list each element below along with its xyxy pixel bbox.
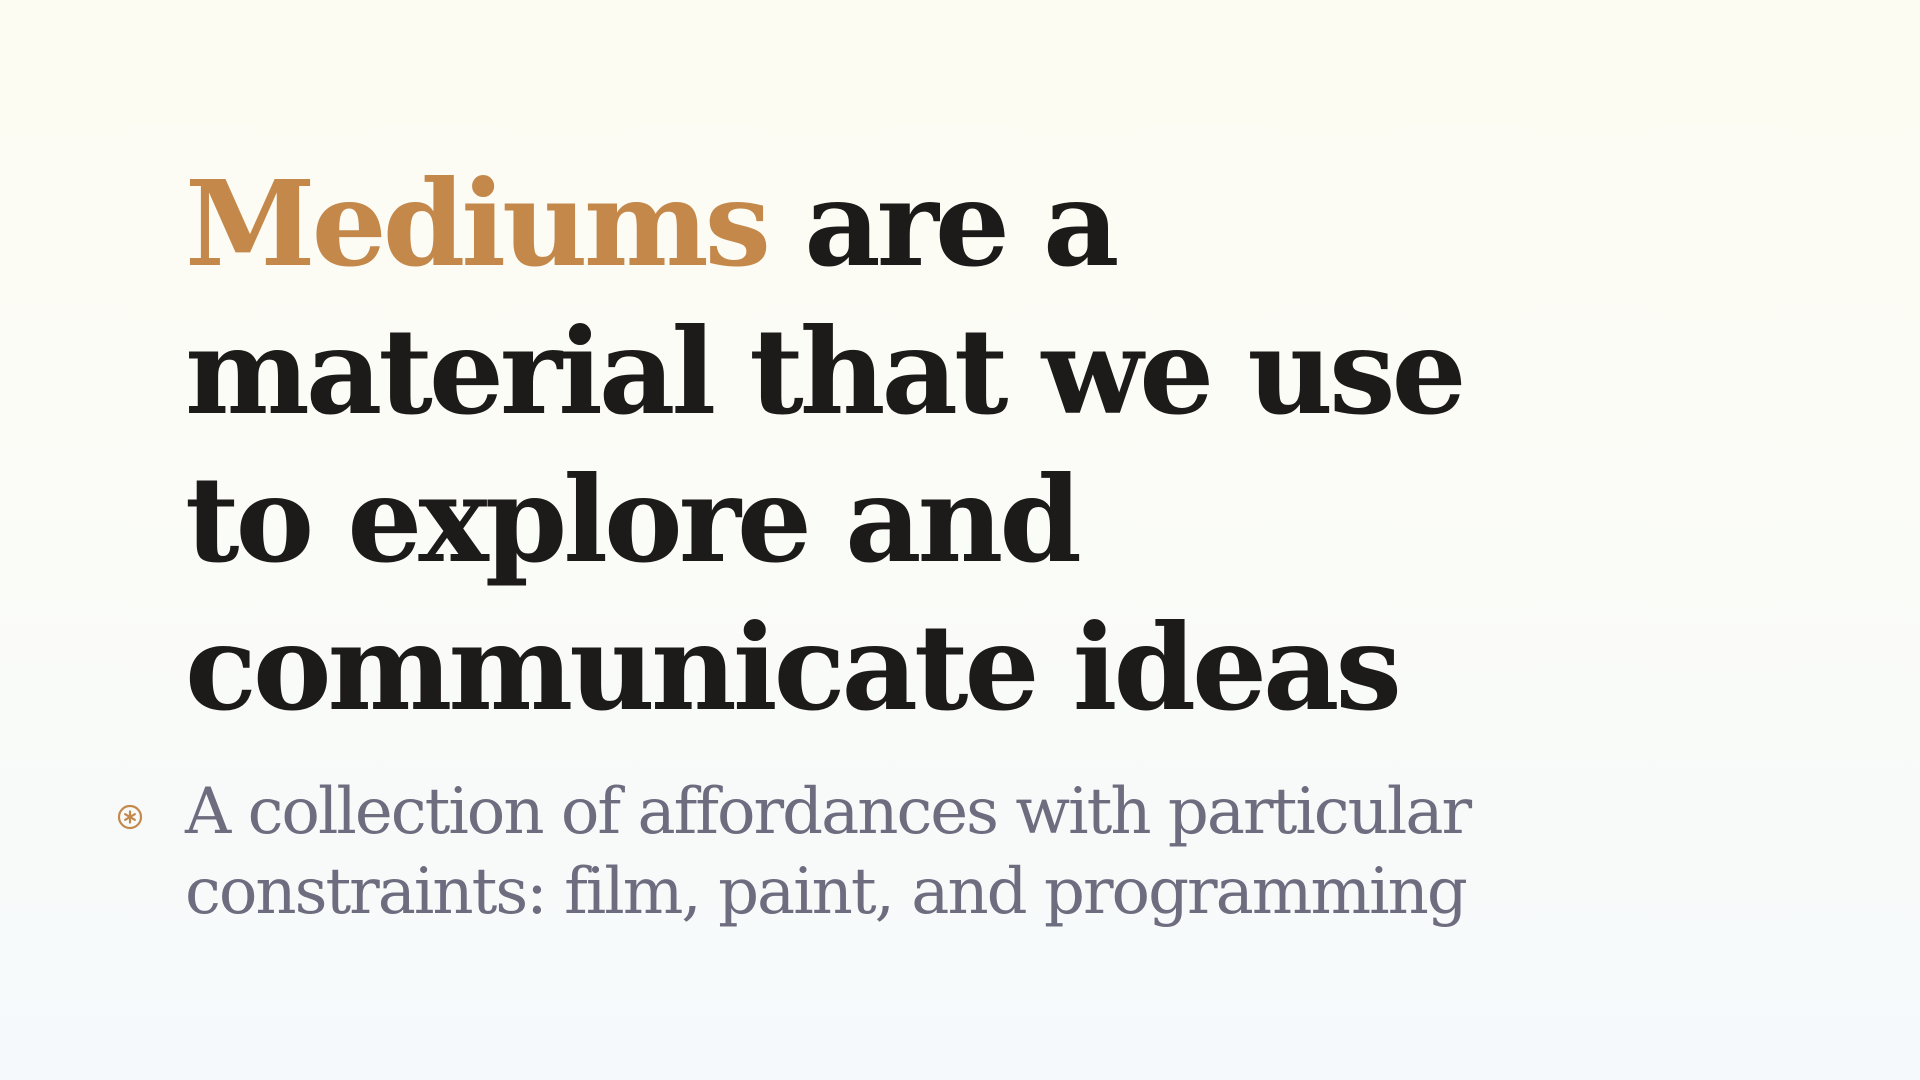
asterisk-circle-icon: [117, 804, 143, 830]
headline-line-1: Mediums are a: [185, 150, 1585, 298]
headline-line-3: to explore and: [185, 450, 1082, 589]
bullet-line-1: A collection of affordances with particu…: [185, 775, 1472, 849]
headline-highlight-word: Mediums: [185, 154, 771, 293]
headline-line-2: material that we use: [185, 302, 1467, 441]
slide: Mediums are a material that we use to ex…: [0, 0, 1920, 1080]
headline-line-1-rest: are a: [804, 154, 1119, 293]
bullet-point: A collection of affordances with particu…: [117, 772, 1585, 932]
headline-line-4: communicate ideas: [185, 598, 1402, 737]
bullet-text: A collection of affordances with particu…: [185, 772, 1585, 932]
slide-headline: Mediums are a material that we use to ex…: [185, 150, 1585, 742]
bullet-line-2: constraints: film, paint, and programmin…: [185, 855, 1468, 929]
